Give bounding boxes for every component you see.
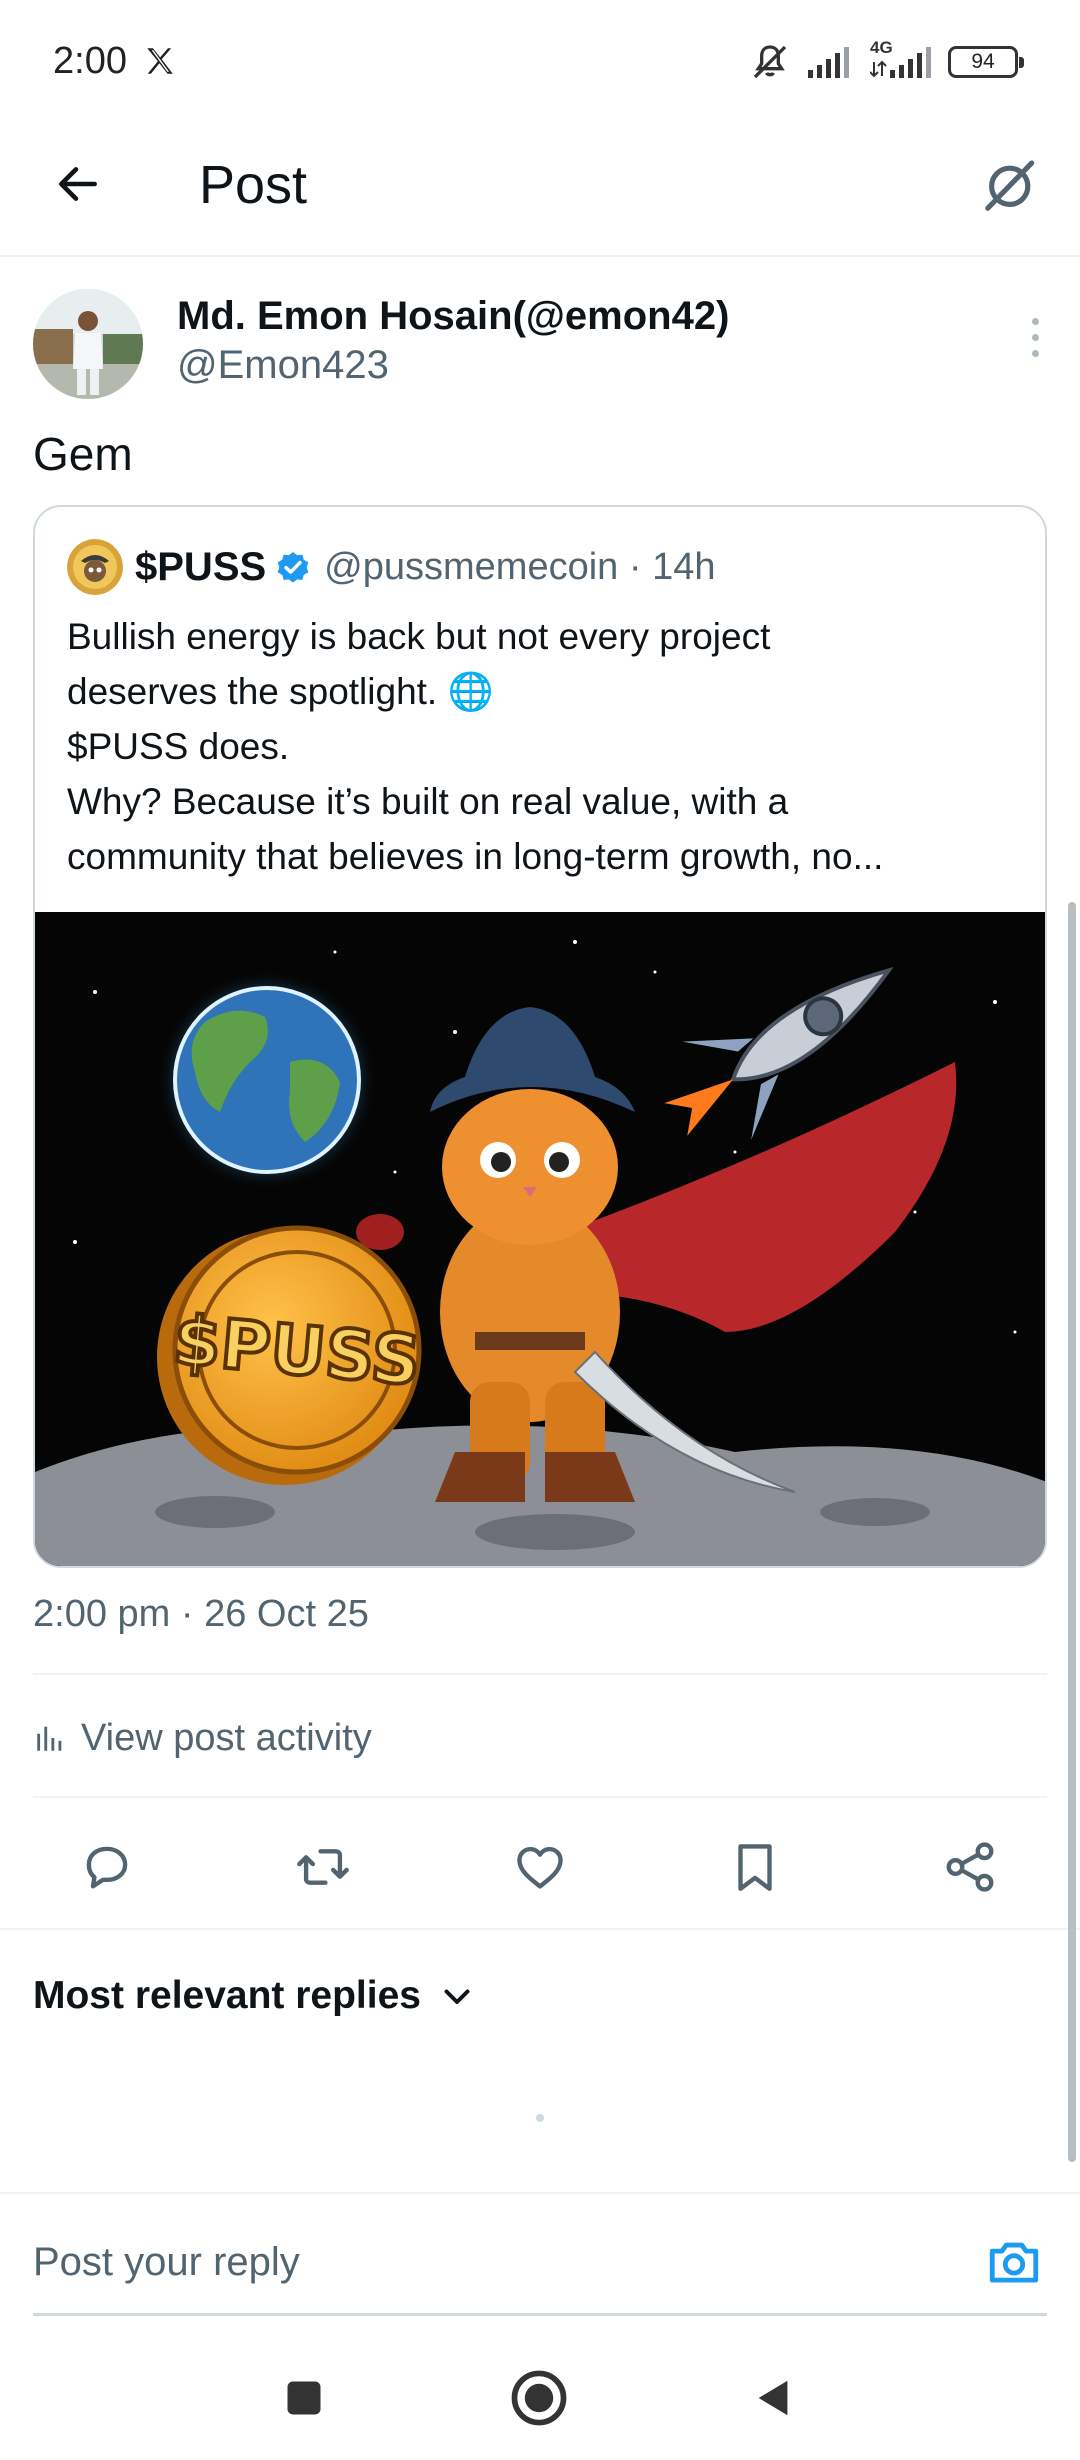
post-timestamp: 2:00 pm · 26 Oct 25 (33, 1593, 369, 1635)
quoted-handle-time: @pussmemecoin · 14h (324, 545, 716, 588)
status-bar: 2:00 4G 94 (0, 0, 1080, 120)
replies-sort-dropdown[interactable]: Most relevant replies (33, 1966, 475, 2026)
page-title: Post (199, 155, 308, 215)
camera-icon (989, 2242, 1039, 2283)
author-avatar[interactable] (33, 289, 143, 399)
triangle-back-icon (758, 2380, 788, 2416)
reply-input[interactable] (33, 2234, 933, 2290)
post-action-bar (0, 1812, 1080, 1912)
loading-indicator (536, 2114, 544, 2122)
quoted-line: deserves the spotlight. 🌐 (67, 671, 494, 712)
more-dot (1031, 349, 1039, 357)
divider (33, 1673, 1047, 1675)
quoted-post-text: Bullish energy is back but not every pro… (67, 609, 1027, 884)
share-icon (946, 1842, 994, 1892)
quoted-line: $PUSS does. (67, 726, 290, 767)
heart-icon (517, 1846, 563, 1889)
activity-label: View post activity (81, 1716, 372, 1759)
like-button[interactable] (505, 1832, 575, 1902)
repost-button[interactable] (288, 1832, 358, 1902)
more-dot (1031, 333, 1039, 341)
reply-underline (33, 2313, 1047, 2316)
signal-4g-icon: 4G (870, 38, 934, 82)
scrollbar[interactable] (1068, 902, 1076, 2162)
status-time: 2:00 (53, 40, 127, 82)
status-icons: 4G 94 (748, 38, 1024, 82)
quoted-author-name: $PUSS (135, 544, 267, 589)
mute-icon (753, 45, 787, 79)
camera-button[interactable] (982, 2230, 1046, 2294)
system-nav-bar (0, 2330, 1080, 2460)
author-handle[interactable]: @Emon423 (177, 343, 389, 388)
back-button[interactable] (46, 152, 110, 216)
home-button[interactable] (501, 2360, 577, 2436)
circle-home-icon (511, 2370, 567, 2426)
battery-level: 94 (971, 50, 995, 73)
view-post-activity-link[interactable]: View post activity (33, 1712, 372, 1764)
more-options-button[interactable] (1020, 312, 1050, 362)
analytics-icon (37, 1726, 62, 1751)
grok-button[interactable] (976, 150, 1046, 220)
square-icon (287, 2381, 321, 2415)
battery-icon: 94 (948, 46, 1024, 78)
back-nav-button[interactable] (736, 2360, 812, 2436)
quoted-avatar (67, 539, 123, 595)
reply-button[interactable] (72, 1832, 142, 1902)
reply-composer (0, 2192, 1080, 2318)
author-name[interactable]: Md. Emon Hosain(@emon42) (177, 294, 729, 339)
top-app-bar: Post (0, 120, 1080, 257)
bookmark-button[interactable] (720, 1832, 790, 1902)
divider (0, 1928, 1080, 1930)
divider (33, 1796, 1047, 1798)
quoted-post-image[interactable]: $PUSS (35, 912, 1045, 1566)
post-text: Gem (33, 428, 133, 480)
recents-button[interactable] (266, 2360, 342, 2436)
replies-sort-label: Most relevant replies (33, 1974, 421, 2017)
quoted-post-header: $PUSS @pussmemecoin · 14h (67, 537, 715, 597)
grok-icon (985, 160, 1035, 211)
repost-icon (297, 1849, 349, 1885)
chevron-down-icon (444, 1989, 470, 2004)
bookmark-icon (738, 1844, 772, 1891)
quoted-line: Bullish energy is back but not every pro… (67, 616, 771, 657)
signal-icon (808, 47, 849, 78)
more-dot (1031, 317, 1039, 325)
verified-badge-icon (277, 551, 309, 583)
arrow-left-icon (59, 167, 97, 201)
quoted-post-card[interactable]: $PUSS @pussmemecoin · 14h Bullish energy… (33, 505, 1047, 1568)
share-button[interactable] (935, 1832, 1005, 1902)
quoted-line: Why? Because it’s built on real value, w… (67, 781, 789, 822)
reply-icon (86, 1846, 128, 1889)
quoted-line: community that believes in long-term gro… (67, 836, 884, 877)
x-logo-icon (147, 48, 173, 74)
